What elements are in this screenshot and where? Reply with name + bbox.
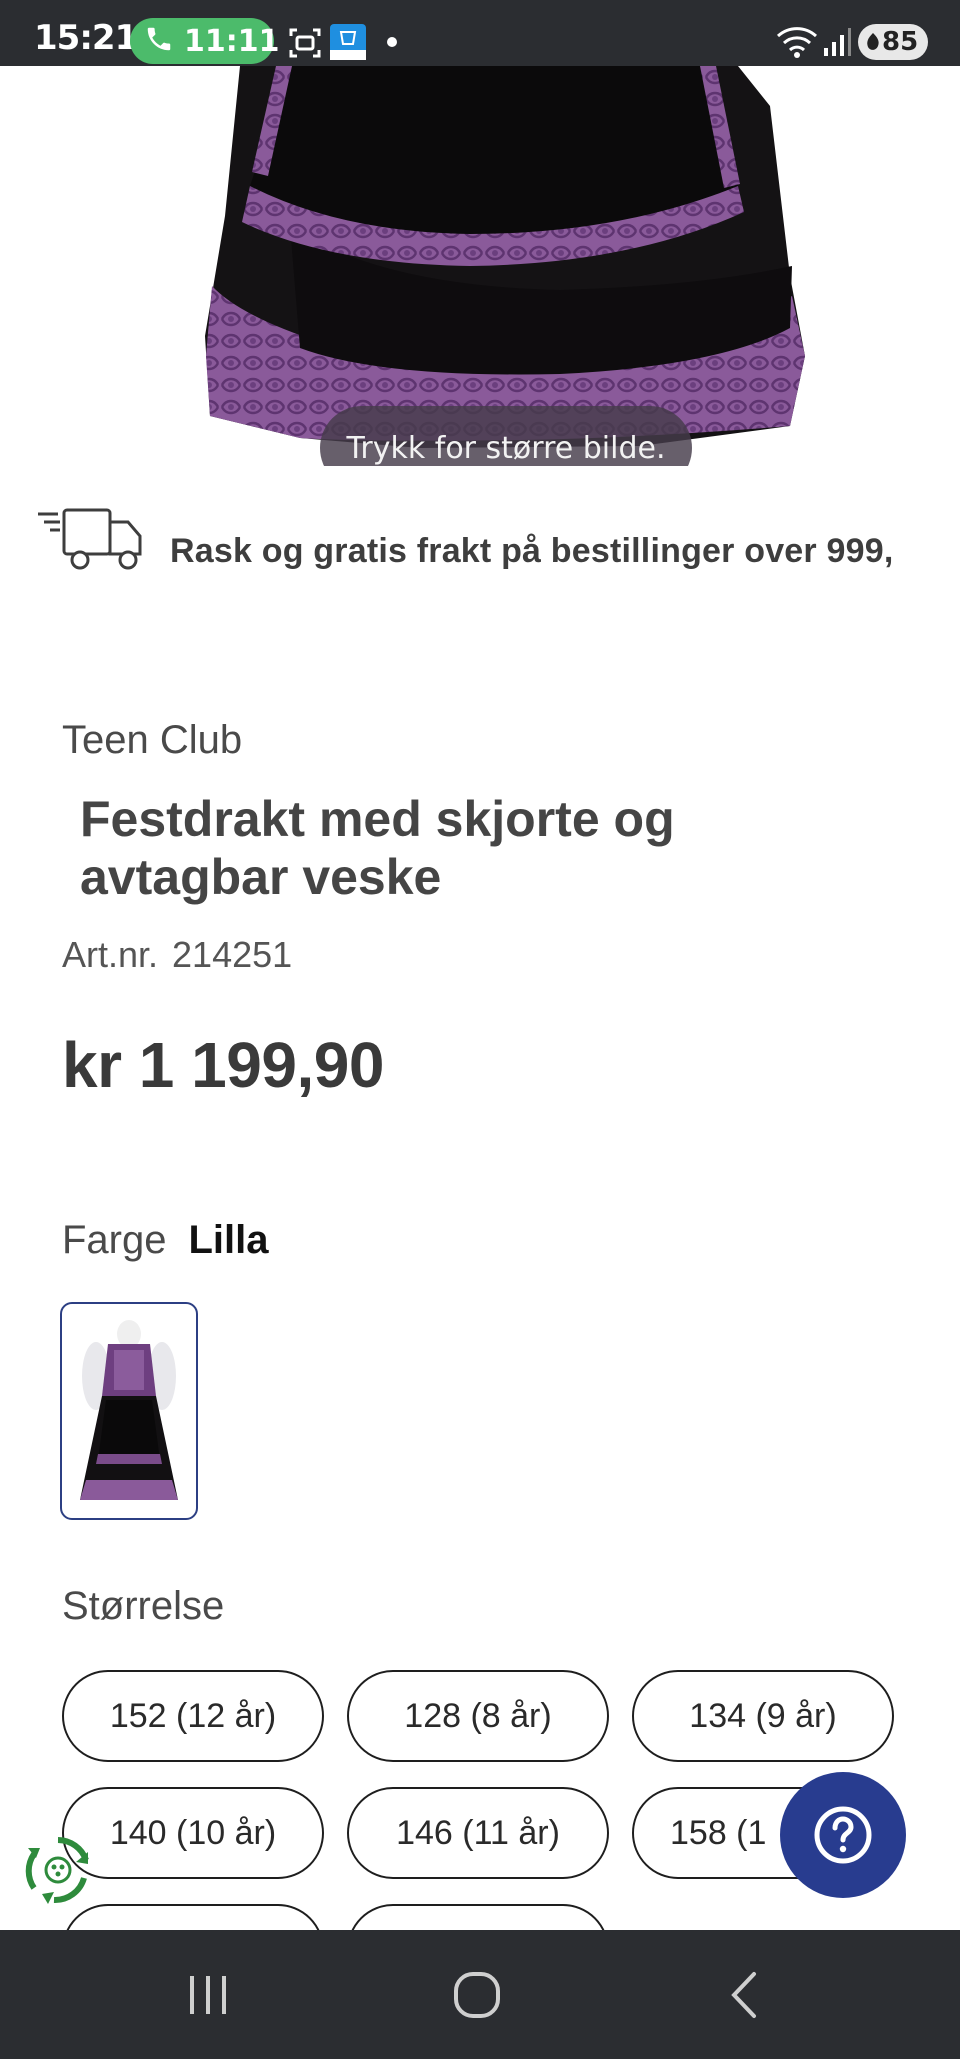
shipping-banner: Rask og gratis frakt på bestillinger ove… xyxy=(36,508,960,588)
recycle-icon[interactable] xyxy=(18,1830,98,1910)
notification-dot-icon xyxy=(387,37,397,47)
color-selector-label: Farge Lilla xyxy=(62,1218,269,1263)
signal-icon xyxy=(824,28,851,56)
screenshot-icon xyxy=(289,28,321,58)
app-notification-icon xyxy=(330,24,366,60)
delivery-truck-icon xyxy=(38,508,142,570)
battery-level: 85 xyxy=(882,27,919,57)
color-swatch-lilla[interactable] xyxy=(60,1302,198,1520)
article-number: Art.nr. 214251 xyxy=(62,934,292,976)
size-option-128[interactable]: 128 (8 år) xyxy=(347,1670,609,1762)
shipping-text: Rask og gratis frakt på bestillinger ove… xyxy=(170,532,894,570)
help-button[interactable] xyxy=(780,1772,906,1898)
product-price: kr 1 199,90 xyxy=(62,1029,384,1101)
home-icon[interactable] xyxy=(452,1970,502,2020)
battery-indicator: 85 xyxy=(858,24,928,60)
recent-apps-icon[interactable] xyxy=(184,1972,232,2018)
size-option-152[interactable]: 152 (12 år) xyxy=(62,1670,324,1762)
article-number-value: 214251 xyxy=(172,934,293,975)
product-image[interactable]: Trykk for større bilde. xyxy=(0,66,960,466)
tap-for-larger-image-toast: Trykk for større bilde. xyxy=(320,406,692,466)
back-icon[interactable] xyxy=(724,1970,764,2020)
dress-thumbnail-image xyxy=(80,1320,178,1500)
article-number-label: Art.nr. xyxy=(62,934,159,975)
size-label: Størrelse xyxy=(62,1584,225,1628)
system-navigation-bar xyxy=(0,1930,960,2059)
size-option-146[interactable]: 146 (11 år) xyxy=(347,1787,609,1879)
question-mark-icon xyxy=(814,1806,872,1864)
selected-color-value: Lilla xyxy=(188,1218,269,1262)
ongoing-call-pill[interactable]: 11:11 xyxy=(130,18,280,64)
status-time: 15:21 xyxy=(34,18,138,58)
status-bar: 15:21 11:11 85 xyxy=(0,0,960,66)
size-option-134[interactable]: 134 (9 år) xyxy=(632,1670,894,1762)
product-brand[interactable]: Teen Club xyxy=(62,718,242,763)
wifi-icon xyxy=(776,27,818,58)
battery-saver-icon xyxy=(867,33,879,50)
color-label: Farge xyxy=(62,1218,167,1262)
phone-icon xyxy=(147,27,171,51)
size-option-140[interactable]: 140 (10 år) xyxy=(62,1787,324,1879)
call-duration: 11:11 xyxy=(184,24,280,59)
product-title: Festdrakt med skjorte og avtagbar veske xyxy=(80,791,675,905)
